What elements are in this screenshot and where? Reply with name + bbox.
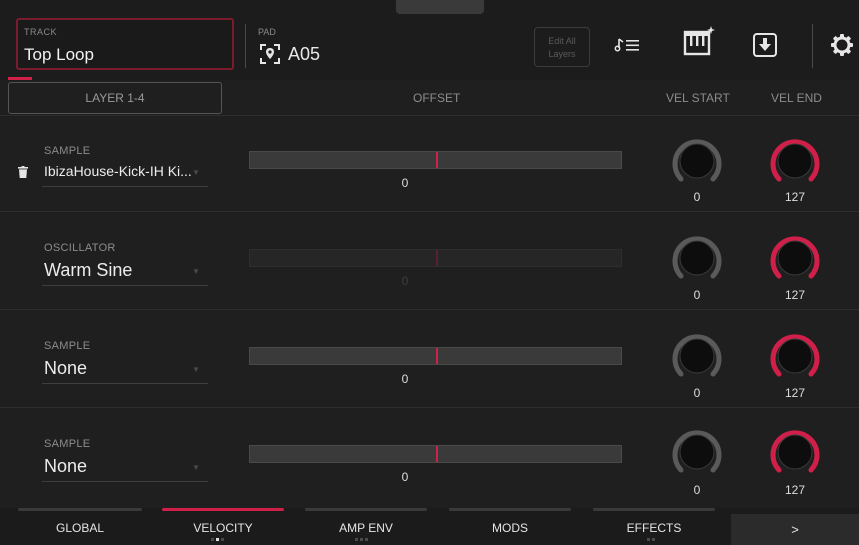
- vel-end-column-header: VEL END: [771, 91, 822, 105]
- chevron-down-icon: ▼: [192, 168, 200, 177]
- vel-end-knob[interactable]: [768, 329, 822, 383]
- offset-marker: [436, 446, 438, 462]
- track-selector[interactable]: TRACK Top Loop: [16, 18, 234, 70]
- top-drag-handle[interactable]: [396, 0, 484, 14]
- offset-slider[interactable]: [249, 347, 622, 365]
- vel-start-knob[interactable]: [670, 134, 724, 188]
- layer-tab-accent: [8, 77, 32, 80]
- velocity-page-dots: [210, 538, 225, 541]
- layer-range-button[interactable]: LAYER 1-4: [8, 82, 222, 114]
- offset-value: 0: [401, 470, 409, 484]
- layer-type-label: SAMPLE: [44, 340, 91, 352]
- offset-slider[interactable]: [249, 445, 622, 463]
- select-underline: [42, 186, 208, 187]
- trash-icon[interactable]: [18, 166, 28, 178]
- layer-type-label: SAMPLE: [44, 145, 91, 157]
- layer-source-select[interactable]: None: [44, 456, 87, 477]
- pad-value[interactable]: A05: [288, 44, 320, 65]
- offset-slider: [249, 249, 622, 267]
- select-underline: [42, 285, 208, 286]
- layer-source-select[interactable]: None: [44, 358, 87, 379]
- header-bar: TRACK Top Loop PAD A05 Edit All Layers: [0, 0, 859, 80]
- vel-start-knob[interactable]: [670, 425, 724, 479]
- select-underline: [42, 383, 208, 384]
- edit-all-layers-button[interactable]: Edit All Layers: [534, 27, 590, 67]
- vel-end-value: 127: [784, 386, 806, 400]
- layer-source-select[interactable]: IbizaHouse-Kick-IH Ki...: [44, 163, 192, 179]
- vel-start-value: 0: [693, 190, 701, 204]
- header-divider: [245, 24, 246, 68]
- track-label: TRACK: [24, 27, 58, 37]
- more-tabs-button[interactable]: >: [731, 514, 859, 545]
- layer-source-select[interactable]: Warm Sine: [44, 260, 132, 281]
- edit-all-label-2: Layers: [548, 49, 576, 59]
- chevron-down-icon: ▼: [192, 463, 200, 472]
- vel-end-knob[interactable]: [768, 134, 822, 188]
- pad-label: PAD: [258, 27, 276, 37]
- layer-row-1: SAMPLE IbizaHouse-Kick-IH Ki... ▼ 0 0 12…: [0, 115, 859, 213]
- vel-start-value: 0: [693, 386, 701, 400]
- download-icon[interactable]: [752, 32, 778, 58]
- note-list-icon[interactable]: [614, 36, 644, 54]
- layer-row-2: OSCILLATOR Warm Sine ▼ 0 0 127: [0, 212, 859, 310]
- vel-start-value: 0: [693, 288, 701, 302]
- chevron-down-icon: ▼: [192, 267, 200, 276]
- pad-location-icon[interactable]: [258, 42, 282, 66]
- offset-value: 0: [401, 176, 409, 190]
- vel-start-column-header: VEL START: [666, 91, 730, 105]
- vel-end-value: 127: [784, 190, 806, 204]
- select-underline: [42, 481, 208, 482]
- offset-slider[interactable]: [249, 151, 622, 169]
- offset-column-header: OFFSET: [413, 91, 461, 105]
- keyboard-sparkle-icon[interactable]: [683, 24, 717, 58]
- effects-page-dots: [646, 538, 656, 541]
- vel-start-knob[interactable]: [670, 231, 724, 285]
- offset-marker: [436, 152, 438, 168]
- gear-icon[interactable]: [830, 33, 854, 57]
- layer-row-3: SAMPLE None ▼ 0 0 127: [0, 310, 859, 408]
- vel-end-knob[interactable]: [768, 231, 822, 285]
- offset-marker: [436, 348, 438, 364]
- tab-global[interactable]: GLOBAL: [18, 508, 142, 545]
- amp-env-page-dots: [354, 538, 369, 541]
- header-divider-2: [812, 24, 813, 68]
- layer-type-label: SAMPLE: [44, 438, 91, 450]
- offset-value: 0: [401, 274, 409, 288]
- offset-value: 0: [401, 372, 409, 386]
- vel-end-knob[interactable]: [768, 425, 822, 479]
- offset-marker: [436, 250, 438, 266]
- layer-type-label: OSCILLATOR: [44, 242, 116, 254]
- vel-end-value: 127: [784, 288, 806, 302]
- edit-all-label-1: Edit All: [548, 36, 576, 46]
- vel-start-value: 0: [693, 483, 701, 497]
- vel-start-knob[interactable]: [670, 329, 724, 383]
- chevron-down-icon: ▼: [192, 365, 200, 374]
- layer-row-4: SAMPLE None ▼ 0 0 127: [0, 408, 859, 506]
- track-name: Top Loop: [24, 45, 94, 64]
- tab-mods[interactable]: MODS: [449, 508, 571, 545]
- vel-end-value: 127: [784, 483, 806, 497]
